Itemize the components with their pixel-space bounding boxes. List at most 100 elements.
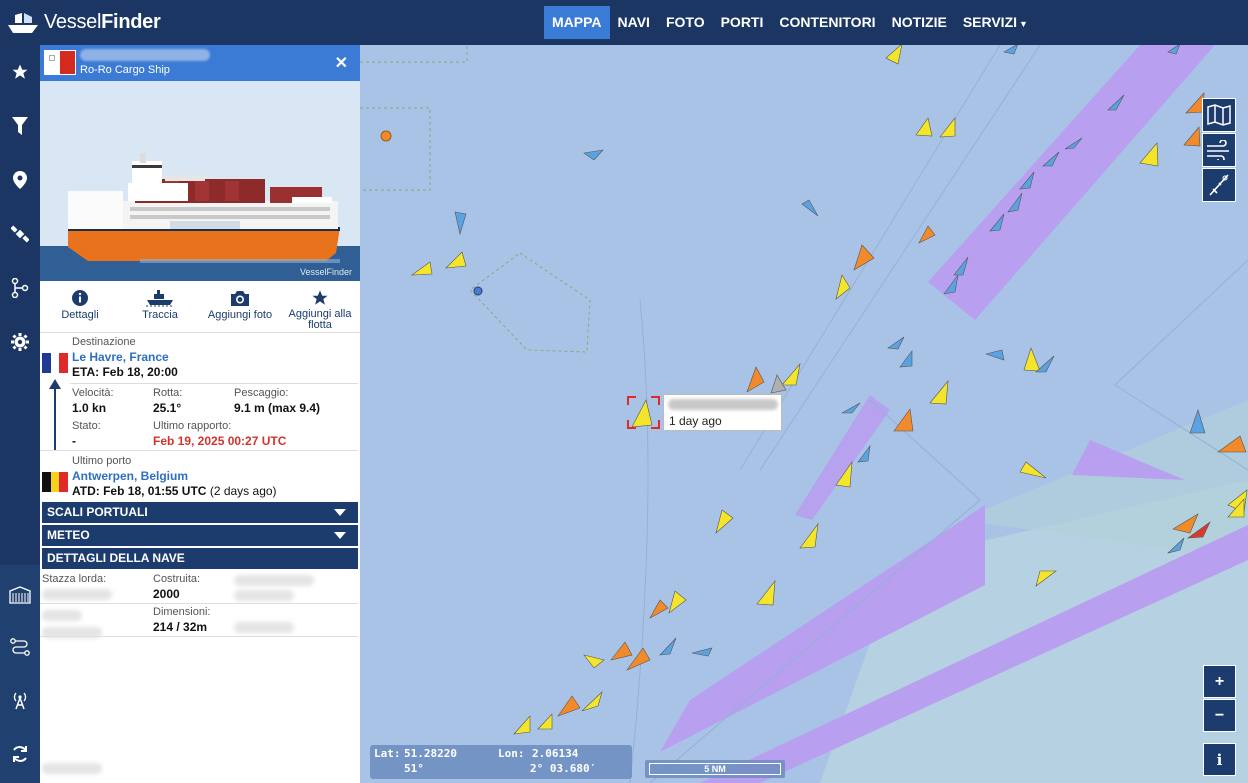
route-arrow-icon — [49, 379, 61, 451]
measure-button[interactable] — [1202, 168, 1236, 202]
map-layer — [360, 45, 1248, 783]
route-plan-icon[interactable] — [0, 632, 40, 662]
lat-value: 51.28220 — [404, 747, 457, 760]
nav-notizie[interactable]: NOTIZIE — [884, 6, 955, 39]
antenna-icon[interactable] — [0, 685, 40, 715]
nav-porti[interactable]: PORTI — [713, 6, 772, 39]
refresh-icon[interactable] — [0, 739, 40, 769]
info-icon — [72, 290, 88, 306]
vessel-photo[interactable]: VesselFinder — [40, 81, 360, 281]
gear-icon[interactable] — [0, 327, 40, 357]
nav-foto[interactable]: FOTO — [658, 6, 713, 39]
destination-link[interactable]: Le Havre, France — [72, 350, 169, 364]
ro-ro-ship-illustration — [40, 81, 360, 281]
redacted-value — [42, 763, 102, 774]
divider — [40, 603, 358, 604]
flag-malta — [44, 50, 76, 75]
selected-vessel-marker[interactable] — [627, 396, 660, 429]
redacted-value — [42, 610, 82, 621]
nav-mappa[interactable]: MAPPA — [544, 6, 610, 39]
nav-contenitori[interactable]: CONTENITORI — [771, 6, 883, 39]
atd-text: ATD: Feb 18, 01:55 UTC (2 days ago) — [72, 484, 277, 498]
chevron-down-icon — [334, 509, 346, 516]
container-icon[interactable] — [0, 580, 40, 610]
filter-icon[interactable] — [0, 111, 40, 141]
map-icon — [1207, 104, 1231, 126]
scale-bar: 5 NM — [645, 760, 785, 778]
destination-label: Destinazione — [72, 336, 136, 348]
nav-navi[interactable]: NAVI — [610, 6, 658, 39]
vessel-panel: Ro-Ro Cargo Ship ✕ VesselFinder Dettagli… — [40, 45, 360, 783]
chevron-down-icon — [334, 532, 346, 539]
scale-label: 5 NM — [649, 763, 781, 775]
info-button[interactable]: i — [1203, 743, 1236, 776]
course-label: Rotta: — [153, 387, 183, 399]
route-icon[interactable] — [0, 273, 40, 303]
speed-value: 1.0 kn — [72, 401, 107, 415]
add-to-fleet-action[interactable]: Aggiungi alla flotta — [280, 287, 360, 331]
draught-value: 9.1 m (max 9.4) — [234, 401, 321, 415]
vessel-name-redacted — [80, 49, 210, 61]
star-icon[interactable] — [0, 57, 40, 87]
lon-value: 2.06134 — [532, 747, 579, 760]
divider — [40, 636, 358, 637]
weather-layer-button[interactable] — [1202, 133, 1236, 167]
redacted-value — [42, 589, 112, 600]
star-icon — [312, 290, 328, 305]
logo[interactable]: VesselFinder — [0, 0, 180, 45]
map-layers-button[interactable] — [1202, 98, 1236, 132]
divider — [70, 383, 358, 384]
speed-label: Velocità: — [72, 387, 114, 399]
lon-label: Lon: — [498, 747, 525, 760]
redacted-value — [234, 575, 314, 586]
last-port-link[interactable]: Antwerpen, Belgium — [72, 469, 188, 483]
track-action[interactable]: Traccia — [120, 287, 200, 321]
wind-icon — [1207, 140, 1229, 160]
details-action[interactable]: Dettagli — [40, 287, 120, 321]
satellite-icon[interactable] — [0, 219, 40, 249]
compass-measure-icon — [1209, 174, 1229, 196]
zoom-out-button[interactable]: − — [1203, 699, 1236, 732]
last-report-label: Ultimo rapporto: — [153, 420, 232, 432]
logo-ship-icon — [8, 12, 38, 33]
redacted-value — [234, 622, 294, 633]
coordinates-readout: Lat: 51.28220 Lon: 2.06134 51° 2° 03.680… — [370, 745, 632, 779]
panel-header: Ro-Ro Cargo Ship ✕ — [40, 45, 360, 81]
vessel-tooltip[interactable]: 1 day ago — [663, 394, 782, 431]
lat-label: Lat: — [374, 747, 401, 760]
tooltip-last-seen: 1 day ago — [669, 414, 722, 428]
zoom-in-button[interactable]: + — [1203, 665, 1236, 698]
location-pin-icon[interactable] — [0, 165, 40, 195]
left-rail — [0, 45, 40, 783]
lon-dms: 2° 03.680′ — [530, 762, 597, 775]
add-photo-action[interactable]: Aggiungi foto — [200, 287, 280, 321]
course-value: 25.1° — [153, 401, 182, 415]
flag-belgium — [42, 472, 69, 492]
brand-name: VesselFinder — [44, 11, 161, 33]
flag-france — [42, 353, 69, 373]
divider — [40, 450, 358, 451]
status-label: Stato: — [72, 420, 101, 432]
redacted-value — [234, 590, 294, 601]
top-bar: VesselFinder MAPPA NAVI FOTO PORTI CONTE… — [0, 0, 1248, 45]
vessel-name-redacted — [668, 399, 778, 410]
caret-down-icon: ▼ — [1019, 19, 1028, 29]
vessel-type: Ro-Ro Cargo Ship — [80, 64, 170, 76]
camera-icon — [231, 291, 249, 306]
section-weather[interactable]: METEO — [42, 525, 358, 546]
photo-credit: VesselFinder — [299, 267, 352, 277]
map-canvas[interactable]: 1 day ago + − i — [360, 45, 1248, 783]
nav-servizi[interactable]: SERVIZI ▼ — [955, 6, 1036, 39]
dimensions-label: Dimensioni: — [153, 606, 211, 618]
section-port-calls[interactable]: SCALI PORTUALI — [42, 502, 358, 523]
close-button[interactable]: ✕ — [335, 53, 348, 73]
dimensions-value: 214 / 32m — [153, 620, 208, 634]
status-value: - — [72, 434, 76, 448]
section-vessel-details[interactable]: DETTAGLI DELLA NAVE — [42, 548, 358, 569]
last-port-label: Ultimo porto — [72, 455, 132, 467]
ship-track-icon — [146, 290, 174, 307]
main-nav: MAPPA NAVI FOTO PORTI CONTENITORI NOTIZI… — [544, 6, 1036, 39]
eta-text: ETA: Feb 18, 20:00 — [72, 365, 178, 379]
lat-dms: 51° — [404, 762, 424, 775]
gross-tonnage-label: Stazza lorda: — [42, 573, 107, 585]
